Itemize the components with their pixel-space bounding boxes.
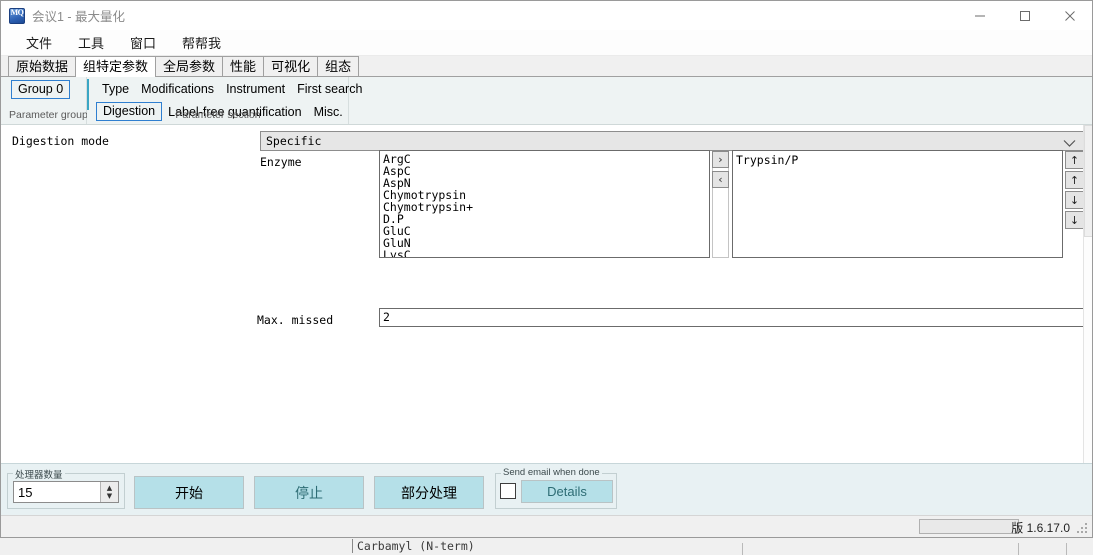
section-first-search[interactable]: First search xyxy=(291,81,368,97)
processors-value[interactable]: 15 xyxy=(14,485,100,500)
caption-parameter-group: Parameter group xyxy=(9,109,87,121)
group-0-button[interactable]: Group 0 xyxy=(11,80,71,99)
version-label: 版 1.6.17.0 xyxy=(1011,521,1070,535)
status-bar: 版 1.6.17.0 xyxy=(1,515,1092,537)
maxquant-window: 会议1 - 最大量化 文件 工具 窗口 帮帮我 原始数据 组特定参数 全局参数 … xyxy=(0,0,1093,538)
max-missed-value: 2 xyxy=(383,310,390,324)
section-modifications[interactable]: Modifications xyxy=(135,81,220,97)
tab-group-specific-parameters[interactable]: 组特定参数 xyxy=(75,56,157,77)
list-item[interactable]: D.P xyxy=(383,213,709,225)
move-up-button[interactable]: ↑ xyxy=(1065,171,1084,189)
order-buttons: ↑ ↑ ↓ ↓ xyxy=(1065,151,1084,231)
progress-bar xyxy=(919,519,1019,534)
list-item[interactable]: ArgC xyxy=(383,153,709,165)
parameter-section-row-1: Type Modifications Instrument First sear… xyxy=(89,77,362,100)
available-enzymes-listbox[interactable]: ArgC AspC AspN Chymotrypsin Chymotrypsin… xyxy=(379,150,710,258)
menu-item-window[interactable]: 窗口 xyxy=(117,30,169,55)
send-email-legend: Send email when done xyxy=(501,467,602,478)
menu-item-file[interactable]: 文件 xyxy=(13,30,65,55)
section-instrument[interactable]: Instrument xyxy=(220,81,291,97)
digestion-mode-select[interactable]: Specific xyxy=(260,131,1084,151)
list-item[interactable]: LysC xyxy=(383,249,709,257)
send-email-checkbox[interactable] xyxy=(500,483,516,499)
background-window-text: Carbamyl (N-term) xyxy=(352,539,475,553)
list-item[interactable]: GluN xyxy=(383,237,709,249)
add-enzyme-button[interactable]: › xyxy=(712,151,729,168)
processors-stepper[interactable]: 15 ▲ ▼ xyxy=(13,481,119,503)
processors-legend: 处理器数量 xyxy=(13,467,65,481)
maximize-icon[interactable] xyxy=(1002,1,1047,30)
tab-global-parameters[interactable]: 全局参数 xyxy=(155,56,224,76)
list-item[interactable]: Trypsin/P xyxy=(736,153,1062,167)
tab-performance[interactable]: 性能 xyxy=(222,56,265,76)
list-item[interactable]: GluC xyxy=(383,225,709,237)
move-bottom-button[interactable]: ↓ xyxy=(1065,211,1084,229)
max-missed-label: Max. missed xyxy=(257,313,334,327)
window-title: 会议1 - 最大量化 xyxy=(32,10,126,24)
stepper-down-icon[interactable]: ▼ xyxy=(107,492,112,500)
move-down-button[interactable]: ↓ xyxy=(1065,191,1084,209)
remove-enzyme-button[interactable]: ‹ xyxy=(712,171,729,188)
main-tab-strip: 原始数据 组特定参数 全局参数 性能 可视化 组态 xyxy=(1,56,1092,77)
move-top-button[interactable]: ↑ xyxy=(1065,151,1084,169)
processors-group: 处理器数量 15 ▲ ▼ xyxy=(7,467,125,509)
stop-button[interactable]: 停止 xyxy=(254,476,364,509)
minimize-icon[interactable] xyxy=(957,1,1002,30)
maxquant-icon xyxy=(9,7,25,24)
digestion-mode-label: Digestion mode xyxy=(12,134,109,148)
menu-bar: 文件 工具 窗口 帮帮我 xyxy=(1,30,1092,56)
title-bar: 会议1 - 最大量化 xyxy=(1,1,1092,30)
max-missed-input[interactable]: 2 xyxy=(379,308,1084,327)
section-type[interactable]: Type xyxy=(96,81,135,97)
send-email-group: Send email when done Details xyxy=(495,467,617,509)
chevron-down-icon xyxy=(1063,137,1076,151)
background-cell xyxy=(1066,543,1093,555)
enzyme-label: Enzyme xyxy=(260,155,302,169)
parameter-toolbar: Group 0 Type Modifications Instrument Fi… xyxy=(1,77,1092,125)
background-cell xyxy=(742,543,798,555)
scrollbar-thumb[interactable] xyxy=(1084,125,1092,237)
background-window: Carbamyl (N-term) xyxy=(0,536,1093,555)
resize-grip-icon[interactable] xyxy=(1077,523,1088,534)
digestion-mode-value: Specific xyxy=(266,134,322,148)
start-button[interactable]: 开始 xyxy=(134,476,244,509)
digestion-panel: Digestion mode Specific Enzyme ArgC AspC… xyxy=(1,125,1092,463)
window-controls xyxy=(957,1,1092,30)
background-cell xyxy=(1018,543,1059,555)
transfer-buttons: › ‹ xyxy=(712,151,729,191)
list-item[interactable]: Chymotrypsin+ xyxy=(383,201,709,213)
partial-processing-button[interactable]: 部分处理 xyxy=(374,476,484,509)
action-bar: 处理器数量 15 ▲ ▼ 开始 停止 部分处理 Send email when … xyxy=(1,463,1092,515)
email-details-button[interactable]: Details xyxy=(521,480,613,503)
content-scrollbar[interactable] xyxy=(1083,125,1092,463)
selected-enzymes-listbox[interactable]: Trypsin/P xyxy=(732,150,1063,258)
stepper-arrows[interactable]: ▲ ▼ xyxy=(100,482,118,502)
close-icon[interactable] xyxy=(1047,1,1092,30)
toolbar-captions: Parameter group Parameter section xyxy=(1,109,1092,124)
stepper-up-icon[interactable]: ▲ xyxy=(107,484,112,492)
menu-item-tools[interactable]: 工具 xyxy=(65,30,117,55)
tab-raw-data[interactable]: 原始数据 xyxy=(8,56,77,76)
list-item[interactable]: AspC xyxy=(383,165,709,177)
tab-configuration[interactable]: 组态 xyxy=(317,56,360,76)
tab-visualization[interactable]: 可视化 xyxy=(263,56,319,76)
menu-item-help[interactable]: 帮帮我 xyxy=(169,30,234,55)
caption-parameter-section: Parameter section xyxy=(175,109,261,121)
